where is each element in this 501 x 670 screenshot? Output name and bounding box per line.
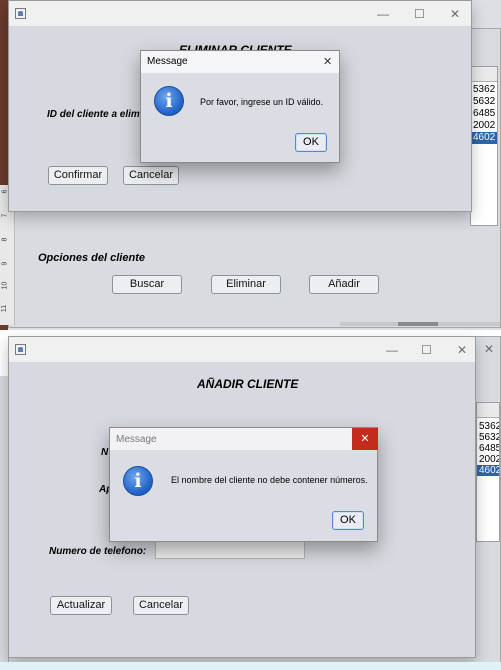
dialog-titlebar: Message ✕ — [110, 428, 378, 450]
window-titlebar: — ☐ ✕ — [9, 337, 475, 362]
dialog-message: El nombre del cliente no debe contener n… — [171, 475, 368, 485]
dialog-message: Por favor, ingrese un ID válido. — [200, 97, 324, 107]
ruler-mark: 7 — [1, 213, 9, 218]
java-app-icon — [15, 8, 26, 19]
options-label: Opciones del cliente — [38, 252, 145, 264]
dialog-title: Message — [147, 56, 188, 67]
ok-button[interactable]: OK — [332, 511, 364, 530]
list-item[interactable]: 2002 — [477, 454, 499, 465]
ok-button[interactable]: OK — [295, 133, 327, 152]
dialog-title: Message — [116, 434, 157, 445]
java-app-icon — [15, 344, 26, 355]
list-header — [471, 67, 497, 82]
top-section: 6 7 8 9 10 11 5362 5632 6485 2002 4602 O… — [0, 0, 501, 330]
client-id-list[interactable]: 5362 5632 6485 2002 4602 — [476, 402, 500, 542]
name-label: N — [101, 447, 109, 458]
minimize-icon[interactable]: — — [377, 7, 389, 21]
list-item-selected[interactable]: 4602 — [471, 132, 497, 144]
message-dialog: Message ✕ i El nombre del cliente no deb… — [109, 427, 378, 542]
list-body: 5362 5632 6485 2002 4602 — [471, 84, 497, 144]
client-id-list[interactable]: 5362 5632 6485 2002 4602 — [470, 66, 498, 226]
window-titlebar: — ☐ ✕ — [9, 1, 471, 26]
close-icon[interactable]: ✕ — [450, 7, 460, 21]
search-button[interactable]: Buscar — [112, 275, 182, 294]
info-icon: i — [123, 466, 153, 496]
list-item[interactable]: 2002 — [471, 120, 497, 132]
cancel-button[interactable]: Cancelar — [133, 596, 189, 615]
maximize-icon[interactable]: ☐ — [421, 343, 432, 357]
delete-button[interactable]: Eliminar — [211, 275, 281, 294]
list-item[interactable]: 6485 — [471, 108, 497, 120]
bottom-section: ✕ 5362 5632 6485 2002 4602 — ☐ ✕ AÑADIR … — [0, 336, 501, 670]
info-icon: i — [154, 86, 184, 116]
list-item[interactable]: 5632 — [477, 432, 499, 443]
dialog-close-icon[interactable]: ✕ — [323, 55, 332, 68]
add-button[interactable]: Añadir — [309, 275, 379, 294]
list-item[interactable]: 5362 — [477, 421, 499, 432]
dialog-titlebar: Message ✕ — [141, 51, 339, 73]
ruler-mark: 10 — [1, 281, 9, 290]
list-item-selected[interactable]: 4602 — [477, 465, 499, 476]
minimize-icon[interactable]: — — [386, 343, 398, 357]
dialog-close-icon[interactable]: ✕ — [352, 428, 378, 450]
outer-close-icon[interactable]: ✕ — [484, 342, 494, 356]
list-body: 5362 5632 6485 2002 4602 — [477, 421, 499, 476]
cancel-button[interactable]: Cancelar — [123, 166, 179, 185]
taskbar-strip — [0, 662, 501, 670]
client-id-label: ID del cliente a elimin — [47, 109, 149, 120]
ruler-mark: 8 — [1, 237, 9, 242]
maximize-icon[interactable]: ☐ — [414, 7, 425, 21]
update-button[interactable]: Actualizar — [50, 596, 112, 615]
list-item[interactable]: 6485 — [477, 443, 499, 454]
list-item[interactable]: 5362 — [471, 84, 497, 96]
phone-label: Numero de telefono: — [49, 546, 147, 557]
list-header — [477, 403, 499, 418]
ruler-mark: 11 — [1, 304, 9, 313]
list-item[interactable]: 5632 — [471, 96, 497, 108]
ruler-mark: 9 — [1, 261, 9, 266]
confirm-button[interactable]: Confirmar — [48, 166, 108, 185]
message-dialog: Message ✕ i Por favor, ingrese un ID vál… — [140, 50, 340, 163]
panel-title: AÑADIR CLIENTE — [197, 377, 299, 391]
close-icon[interactable]: ✕ — [457, 343, 467, 357]
scrollbar-thumb[interactable] — [398, 322, 438, 326]
phone-input[interactable] — [155, 541, 305, 559]
